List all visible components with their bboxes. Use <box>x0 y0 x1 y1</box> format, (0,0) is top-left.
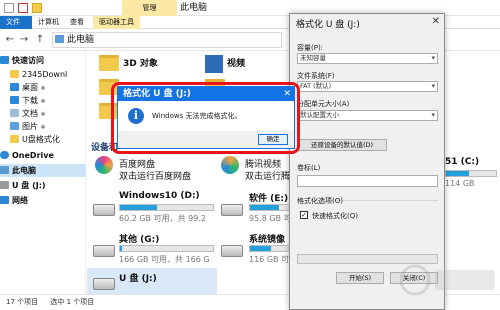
document-icon <box>10 109 19 117</box>
drive-c-name[interactable]: 51 (C:) <box>445 157 479 167</box>
sidebar-item-2345downl[interactable]: 2345Downl <box>0 68 86 81</box>
drive-d[interactable]: Windows10 (D:) 60.2 GB 可用，共 99.2 <box>87 188 217 228</box>
pin-icon: ✱ <box>40 124 46 131</box>
video-icon <box>205 55 223 73</box>
volume-label-label: 卷标(L) <box>297 164 321 172</box>
pin-icon: ✱ <box>40 98 46 105</box>
pc-icon <box>55 35 64 43</box>
drive-name: 系统镜像 <box>249 235 286 245</box>
drive-g[interactable]: 其他 (G:) 166 GB 可用，共 166 G <box>87 229 217 269</box>
pc-icon <box>0 166 9 174</box>
drive-usb-j[interactable]: U 盘 (J:) <box>87 268 217 294</box>
hard-drive-icon <box>93 245 115 257</box>
window-title: 此电脑 <box>180 3 208 13</box>
network-icon <box>0 196 9 204</box>
folder-icon <box>10 135 19 143</box>
allocation-label: 分配单元大小(A) <box>297 100 350 108</box>
back-arrow-icon[interactable]: ← <box>4 33 16 47</box>
folder-3d-objects[interactable]: 3D 对象 <box>123 56 158 69</box>
watermark-logo <box>399 264 495 296</box>
sidebar-item-onedrive[interactable]: OneDrive <box>0 149 86 162</box>
format-options-label: 格式化选项(O) <box>297 197 343 205</box>
drive-space: 60.2 GB 可用，共 99.2 <box>119 214 206 223</box>
drive-name: U 盘 (J:) <box>119 274 157 284</box>
app-baidu-netdisk-sub: 双击运行百度网盘 <box>119 172 192 182</box>
sidebar-item-desktop[interactable]: 桌面 ✱ <box>0 81 86 94</box>
sidebar-item-this-pc[interactable]: 此电脑 <box>0 164 86 177</box>
navigation-pane: 快速访问 2345Downl 桌面 ✱ 下载 ✱ 文档 ✱ 图片 ✱ U盘格式化… <box>0 51 86 294</box>
address-text: 此电脑 <box>67 35 95 45</box>
hard-drive-icon <box>221 204 243 216</box>
sidebar-item-downloads[interactable]: 下载 ✱ <box>0 94 86 107</box>
drive-name: Windows10 (D:) <box>119 191 200 201</box>
capacity-bar <box>119 204 214 211</box>
file-system-label: 文件系统(F) <box>297 72 335 80</box>
drive-name: 软件 (E:) <box>249 194 289 204</box>
up-arrow-icon[interactable]: ↑ <box>34 33 46 47</box>
pc-icon[interactable] <box>4 3 14 13</box>
close-icon[interactable]: ✕ <box>432 16 440 27</box>
sidebar-item-pictures[interactable]: 图片 ✱ <box>0 120 86 133</box>
download-icon <box>10 96 19 104</box>
tencent-video-icon <box>221 156 239 174</box>
new-folder-icon[interactable] <box>32 3 42 13</box>
volume-label-input[interactable] <box>297 175 438 187</box>
drive-c-space: 114 GB <box>445 179 475 188</box>
star-icon <box>0 56 9 64</box>
format-dialog-title: 格式化 U 盘 (J:) <box>296 20 360 30</box>
sidebar-item-quick-access[interactable]: 快速访问 <box>0 54 86 67</box>
hard-drive-icon <box>93 204 115 216</box>
capacity-label: 容量(P): <box>297 44 324 52</box>
tab-view[interactable]: 查看 <box>64 16 90 29</box>
file-system-select[interactable]: FAT (默认) <box>297 81 438 92</box>
allocation-select[interactable]: 默认配置大小 <box>297 110 438 121</box>
pin-icon: ✱ <box>40 111 46 118</box>
capacity-fill <box>120 205 158 210</box>
capacity-bar <box>119 245 214 252</box>
sidebar-item-usb-drive[interactable]: U 盘 (J:) <box>0 179 86 192</box>
tab-file[interactable]: 文件 <box>0 16 32 29</box>
picture-icon <box>10 122 19 130</box>
sidebar-item-network[interactable]: 网络 <box>0 194 86 207</box>
tab-computer[interactable]: 计算机 <box>32 16 65 29</box>
cloud-icon <box>0 151 9 159</box>
hard-drive-icon <box>221 245 243 257</box>
capacity-fill <box>120 246 122 251</box>
sidebar-item-documents[interactable]: 文档 ✱ <box>0 107 86 120</box>
folder-videos[interactable]: 视频 <box>227 56 245 69</box>
properties-icon[interactable] <box>18 3 28 13</box>
baidu-netdisk-icon <box>95 156 113 174</box>
capacity-select[interactable]: 未知容量 <box>297 53 438 64</box>
address-input[interactable]: 此电脑 <box>52 32 282 48</box>
capacity-bar <box>445 170 497 177</box>
start-button[interactable]: 开始(S) <box>336 272 384 284</box>
pin-icon: ✱ <box>40 85 46 92</box>
sidebar-item-u-format[interactable]: U盘格式化 <box>0 133 86 146</box>
highlight-frame <box>111 82 300 154</box>
context-tab-manage[interactable]: 管理 <box>122 0 177 16</box>
restore-defaults-button[interactable]: 还原设备的默认值(D) <box>297 139 387 151</box>
folder-icon <box>99 55 119 71</box>
capacity-fill <box>250 205 280 210</box>
status-item-count: 17 个项目 <box>6 298 39 306</box>
status-selected: 选中 1 个项目 <box>50 298 95 306</box>
quick-format-label: 快速格式化(Q) <box>312 212 358 220</box>
forward-arrow-icon[interactable]: → <box>18 33 30 47</box>
capacity-fill <box>250 246 271 251</box>
tab-drive-tools[interactable]: 驱动器工具 <box>93 16 140 29</box>
quick-format-checkbox[interactable]: ✓ <box>300 211 308 219</box>
usb-drive-icon <box>93 278 115 290</box>
usb-drive-icon <box>0 181 9 189</box>
desktop-icon <box>10 83 19 91</box>
drive-space: 166 GB 可用，共 166 G <box>119 255 210 264</box>
drive-name: 其他 (G:) <box>119 235 160 245</box>
capacity-fill <box>446 171 469 176</box>
folder-icon <box>10 70 19 78</box>
